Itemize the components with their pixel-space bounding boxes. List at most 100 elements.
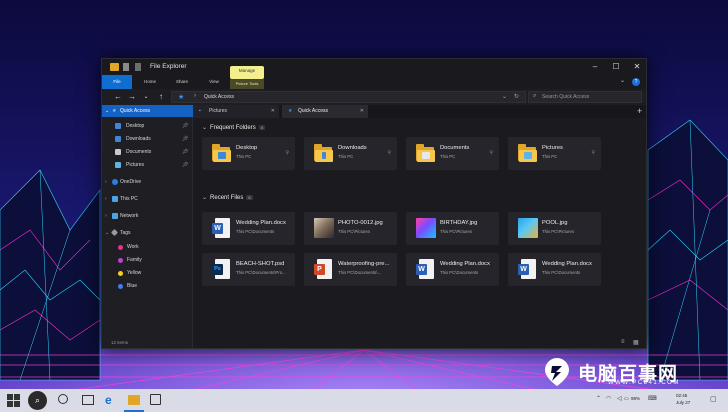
file-card[interactable]: W Wedding Plan.docx This PC\Documents: [406, 253, 499, 286]
tab-bar: ▪ Pictures ✕ ★ Quick Access ✕ +: [193, 105, 646, 118]
file-card[interactable]: W Wedding Plan.docx This PC\Documents: [508, 253, 601, 286]
ribbon-tab-view[interactable]: View: [200, 75, 228, 89]
folder-card-pictures[interactable]: Pictures This PC ⚲: [508, 137, 601, 170]
star-icon: ★: [112, 108, 117, 114]
recent-files-header[interactable]: ⌄ Recent Files 8: [202, 194, 253, 201]
sidebar-item-tag-work[interactable]: Work: [102, 241, 193, 253]
close-button[interactable]: ✕: [626, 60, 646, 74]
tiles-view-icon[interactable]: ▦: [633, 339, 639, 346]
watermark-logo-icon: [545, 358, 569, 386]
close-tab-icon[interactable]: ✕: [271, 105, 275, 118]
chevron-up-icon[interactable]: ⌃: [596, 395, 601, 402]
help-icon[interactable]: ?: [632, 78, 640, 86]
sidebar-item-quick-access[interactable]: ⌄ ★ Quick Access: [102, 105, 193, 117]
store-icon[interactable]: [150, 394, 161, 405]
notification-icon[interactable]: ▢: [710, 395, 717, 403]
chevron-down-icon[interactable]: ⌄: [202, 125, 207, 131]
tab-quick-access[interactable]: ★ Quick Access ✕: [282, 105, 368, 118]
keyboard-icon[interactable]: ⌨: [648, 395, 657, 402]
folder-card-downloads[interactable]: Downloads This PC ⚲: [304, 137, 397, 170]
file-location: This PC\Pictures: [440, 229, 472, 234]
file-explorer-taskbar-icon[interactable]: [128, 395, 140, 405]
sidebar-item-pictures[interactable]: Pictures 📌︎: [102, 159, 193, 171]
ribbon-tab-share[interactable]: Share: [168, 75, 196, 89]
folder-icon: [314, 143, 334, 163]
details-view-icon[interactable]: ≡: [621, 339, 625, 345]
search-icon: ⌕: [533, 93, 537, 99]
file-name: Waterproofing-pre...: [338, 261, 390, 267]
pin-icon[interactable]: ⚲: [285, 150, 289, 156]
search-icon[interactable]: ⌕: [28, 391, 47, 410]
file-card[interactable]: Ps BEACH-SHOT.psd This PC\Documents\Pro.…: [202, 253, 295, 286]
collapse-ribbon-icon[interactable]: ⌄: [620, 77, 625, 84]
file-card[interactable]: BIRTHDAY.jpg This PC\Pictures: [406, 212, 499, 245]
sidebar-item-downloads[interactable]: Downloads 📌︎: [102, 133, 193, 145]
address-bar[interactable]: ★ › Quick Access ⌄ ↻: [171, 91, 526, 103]
sidebar-item-tag-yellow[interactable]: Yellow: [102, 267, 193, 279]
close-tab-icon[interactable]: ✕: [360, 105, 364, 118]
file-card[interactable]: PHOTO-0012.jpg This PC\Pictures: [304, 212, 397, 245]
image-thumbnail-icon: [314, 218, 334, 238]
section-title: Frequent Folders: [210, 125, 256, 131]
file-card[interactable]: W Wedding Plan.docx This PC\Documents: [202, 212, 295, 245]
pin-icon[interactable]: 📌︎: [182, 133, 188, 145]
sidebar-item-onedrive[interactable]: › OneDrive: [102, 176, 193, 188]
file-card[interactable]: POOL.jpg This PC\Pictures: [508, 212, 601, 245]
battery-icon[interactable]: ▭: [624, 396, 629, 402]
folder-location: This PC: [440, 154, 456, 159]
ribbon-tab-home[interactable]: Home: [136, 75, 164, 89]
sidebar-item-tag-blue[interactable]: Blue: [102, 280, 193, 292]
up-button[interactable]: ↑: [155, 91, 167, 103]
tab-pictures[interactable]: ▪ Pictures ✕: [193, 105, 279, 118]
pin-icon[interactable]: ⚲: [387, 150, 391, 156]
sidebar-item-tags[interactable]: ⌄ Tags: [102, 227, 193, 239]
pin-icon[interactable]: 📌︎: [182, 146, 188, 158]
clock-time[interactable]: 02:45: [676, 393, 687, 398]
file-location: This PC\Documents\...: [338, 270, 381, 275]
forward-button[interactable]: →: [126, 91, 138, 103]
frequent-folders-header[interactable]: ⌄ Frequent Folders 4: [202, 124, 265, 131]
wifi-icon[interactable]: ◠: [606, 395, 611, 402]
trash-icon[interactable]: [135, 63, 141, 71]
title-bar[interactable]: File Explorer – ☐ ✕: [102, 59, 646, 75]
chevron-down-icon[interactable]: ⌄: [105, 105, 109, 117]
task-view-icon[interactable]: [82, 395, 94, 405]
folder-card-documents[interactable]: Documents This PC ⚲: [406, 137, 499, 170]
pin-icon[interactable]: 📌︎: [182, 159, 188, 171]
minimize-button[interactable]: –: [584, 60, 606, 74]
sidebar-item-network[interactable]: › Network: [102, 210, 193, 222]
powerpoint-file-icon: P: [314, 259, 334, 279]
tab-label: Quick Access: [298, 108, 329, 114]
refresh-icon[interactable]: ↻: [514, 93, 519, 100]
chevron-down-icon[interactable]: ⌄: [202, 195, 207, 201]
maximize-button[interactable]: ☐: [605, 60, 627, 74]
chevron-down-icon[interactable]: ⌄: [502, 93, 507, 100]
sidebar-item-tag-family[interactable]: Family: [102, 254, 193, 266]
sidebar-item-documents[interactable]: Documents 📌︎: [102, 146, 193, 158]
pin-icon[interactable]: 📌︎: [182, 120, 188, 132]
folder-card-desktop[interactable]: Desktop This PC ⚲: [202, 137, 295, 170]
windows-start-icon[interactable]: [6, 393, 21, 408]
sidebar-item-desktop[interactable]: Desktop 📌︎: [102, 120, 193, 132]
search-box[interactable]: ⌕ Search Quick Access: [528, 91, 642, 103]
sidebar-item-this-pc[interactable]: › This PC: [102, 193, 193, 205]
back-button[interactable]: ←: [112, 91, 124, 103]
ribbon-tab-picture-tools[interactable]: Picture Tools: [230, 79, 264, 89]
pin-icon[interactable]: ⚲: [591, 150, 595, 156]
navigation-bar: ← → ⌄ ↑ ★ › Quick Access ⌄ ↻ ⌕ Search Qu…: [102, 89, 646, 105]
edge-browser-icon[interactable]: e: [105, 393, 112, 408]
new-tab-button[interactable]: +: [637, 105, 642, 118]
pin-icon[interactable]: ⚲: [489, 150, 493, 156]
clock-date[interactable]: July 27: [676, 400, 690, 405]
ribbon-tab-file[interactable]: File: [102, 75, 132, 89]
volume-icon[interactable]: ◁: [617, 395, 622, 402]
recent-locations-icon[interactable]: ⌄: [140, 91, 152, 103]
file-card[interactable]: P Waterproofing-pre... This PC\Documents…: [304, 253, 397, 286]
document-icon[interactable]: [123, 63, 129, 71]
chevron-right-icon[interactable]: ›: [105, 193, 107, 205]
file-location: This PC\Documents: [236, 229, 275, 234]
chevron-right-icon[interactable]: ›: [105, 176, 107, 188]
cortana-icon[interactable]: [58, 394, 68, 404]
chevron-down-icon[interactable]: ⌄: [105, 227, 109, 239]
chevron-right-icon[interactable]: ›: [105, 210, 107, 222]
